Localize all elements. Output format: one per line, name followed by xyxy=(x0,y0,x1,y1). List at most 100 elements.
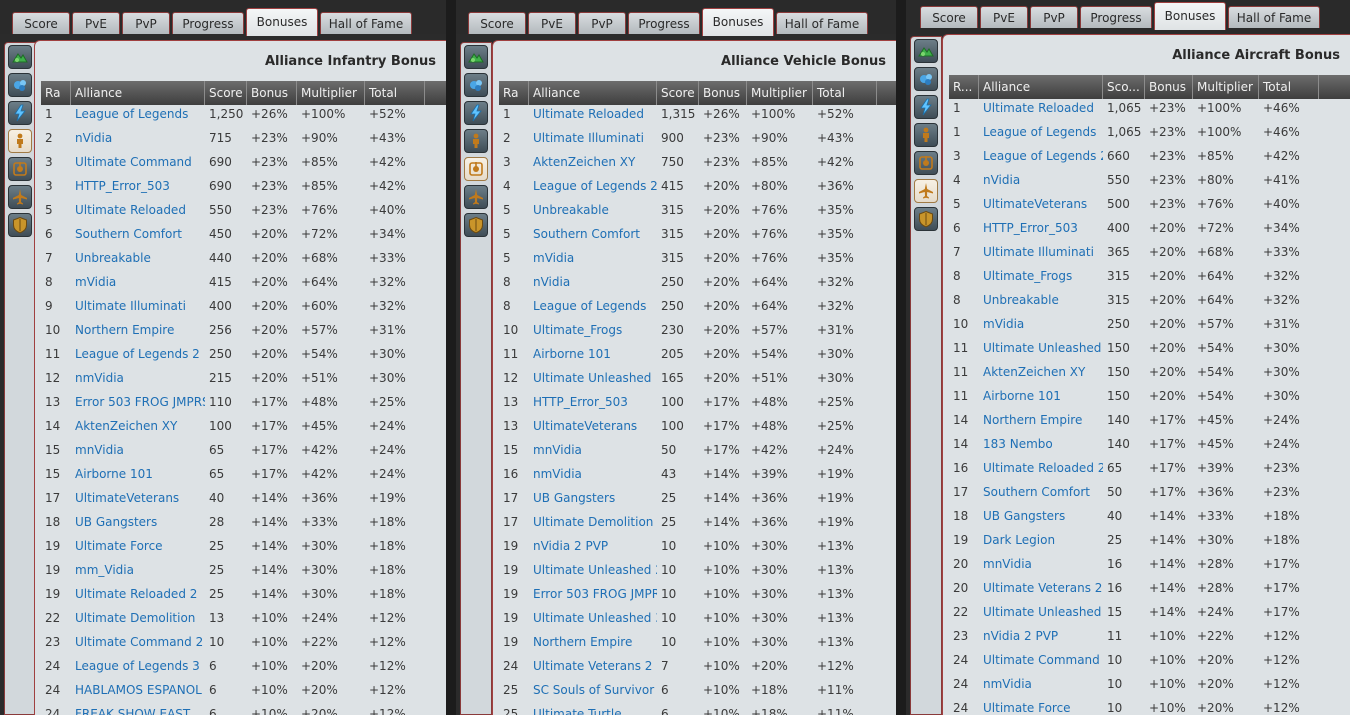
resource-icon-button[interactable] xyxy=(464,73,488,97)
alliance-name-cell[interactable]: Ultimate Command xyxy=(71,150,205,174)
alliance-name-cell[interactable]: Ultimate_Frogs xyxy=(529,318,657,342)
alliance-name-cell[interactable]: League of Legends 2 xyxy=(529,174,657,198)
alliance-name-cell[interactable]: League of Legends xyxy=(529,294,657,318)
terrain-icon-button[interactable] xyxy=(8,45,32,69)
alliance-name-cell[interactable]: Ultimate_Frogs xyxy=(979,264,1103,288)
alliance-name-cell[interactable]: League of Legends 2 xyxy=(71,342,205,366)
alliance-name-cell[interactable]: Ultimate Illuminati xyxy=(71,294,205,318)
alliance-name-cell[interactable]: nVidia 2 PVP xyxy=(529,534,657,558)
alliance-name-cell[interactable]: AktenZeichen XY xyxy=(979,360,1103,384)
alliance-name-cell[interactable]: nmVidia xyxy=(71,366,205,390)
alliance-name-cell[interactable]: Dark Legion xyxy=(979,528,1103,552)
alliance-name-cell[interactable]: Ultimate Veterans 2 xyxy=(979,576,1103,600)
tab-pve[interactable]: PvE xyxy=(72,12,120,34)
alliance-name-cell[interactable]: League of Legends xyxy=(979,120,1103,144)
resource-icon-button[interactable] xyxy=(8,73,32,97)
alliance-name-cell[interactable]: Unbreakable xyxy=(529,198,657,222)
tab-hall-of-fame[interactable]: Hall of Fame xyxy=(776,12,868,34)
tab-bonuses[interactable]: Bonuses xyxy=(702,8,774,36)
alliance-name-cell[interactable]: Ultimate Illuminati xyxy=(979,240,1103,264)
alliance-name-cell[interactable]: mnVidia xyxy=(529,438,657,462)
alliance-name-cell[interactable]: mVidia xyxy=(71,270,205,294)
terrain-icon-button[interactable] xyxy=(914,39,938,63)
alliance-name-cell[interactable]: Southern Comfort xyxy=(529,222,657,246)
tab-hall-of-fame[interactable]: Hall of Fame xyxy=(320,12,412,34)
alliance-name-cell[interactable]: Northern Empire xyxy=(71,318,205,342)
tab-score[interactable]: Score xyxy=(468,12,526,34)
alliance-name-cell[interactable]: Airborne 101 xyxy=(529,342,657,366)
alliance-name-cell[interactable]: Unbreakable xyxy=(979,288,1103,312)
alliance-name-cell[interactable]: Ultimate Command xyxy=(979,648,1103,672)
alliance-name-cell[interactable]: Southern Comfort xyxy=(71,222,205,246)
aircraft-icon-button[interactable] xyxy=(8,185,32,209)
alliance-name-cell[interactable]: nmVidia xyxy=(529,462,657,486)
alliance-name-cell[interactable]: UltimateVeterans xyxy=(71,486,205,510)
alliance-name-cell[interactable]: UB Gangsters xyxy=(71,510,205,534)
alliance-name-cell[interactable]: Ultimate Reloaded 2 xyxy=(979,456,1103,480)
alliance-name-cell[interactable]: nVidia xyxy=(979,168,1103,192)
defense-icon-button[interactable] xyxy=(914,207,938,231)
alliance-name-cell[interactable]: Northern Empire xyxy=(529,630,657,654)
alliance-name-cell[interactable]: HABLAMOS ESPANOL xyxy=(71,678,205,702)
alliance-name-cell[interactable]: Ultimate Reloaded 2 xyxy=(71,582,205,606)
tab-pvp[interactable]: PvP xyxy=(122,12,170,34)
alliance-name-cell[interactable]: 183 Nembo xyxy=(979,432,1103,456)
alliance-name-cell[interactable]: Ultimate Unleashed 2 xyxy=(529,558,657,582)
tab-progress[interactable]: Progress xyxy=(1080,6,1152,28)
alliance-name-cell[interactable]: League of Legends 2 xyxy=(979,144,1103,168)
alliance-name-cell[interactable]: UB Gangsters xyxy=(529,486,657,510)
alliance-name-cell[interactable]: HTTP_Error_503 xyxy=(71,174,205,198)
lightning-icon-button[interactable] xyxy=(8,101,32,125)
tab-score[interactable]: Score xyxy=(920,6,978,28)
alliance-name-cell[interactable]: UltimateVeterans xyxy=(529,414,657,438)
alliance-name-cell[interactable]: Ultimate Veterans 2 xyxy=(529,654,657,678)
alliance-name-cell[interactable]: FREAK SHOW EAST xyxy=(71,702,205,715)
alliance-name-cell[interactable]: Ultimate Unleashed xyxy=(529,366,657,390)
defense-icon-button[interactable] xyxy=(8,213,32,237)
tab-score[interactable]: Score xyxy=(12,12,70,34)
alliance-name-cell[interactable]: Ultimate Force xyxy=(71,534,205,558)
alliance-name-cell[interactable]: Ultimate Illuminati xyxy=(529,126,657,150)
terrain-icon-button[interactable] xyxy=(464,45,488,69)
vehicle-icon-button[interactable] xyxy=(8,157,32,181)
tab-progress[interactable]: Progress xyxy=(628,12,700,34)
alliance-name-cell[interactable]: nVidia xyxy=(529,270,657,294)
alliance-name-cell[interactable]: Ultimate Force xyxy=(979,696,1103,715)
tab-bonuses[interactable]: Bonuses xyxy=(1154,2,1226,30)
infantry-icon-button[interactable] xyxy=(914,123,938,147)
alliance-name-cell[interactable]: Ultimate Command 2 xyxy=(71,630,205,654)
alliance-name-cell[interactable]: UltimateVeterans xyxy=(979,192,1103,216)
alliance-name-cell[interactable]: Ultimate Demolition xyxy=(529,510,657,534)
alliance-name-cell[interactable]: UB Gangsters xyxy=(979,504,1103,528)
alliance-name-cell[interactable]: HTTP_Error_503 xyxy=(529,390,657,414)
alliance-name-cell[interactable]: Ultimate Demolition xyxy=(71,606,205,630)
defense-icon-button[interactable] xyxy=(464,213,488,237)
alliance-name-cell[interactable]: Unbreakable xyxy=(71,246,205,270)
tab-pve[interactable]: PvE xyxy=(980,6,1028,28)
alliance-name-cell[interactable]: AktenZeichen XY xyxy=(71,414,205,438)
alliance-name-cell[interactable]: Southern Comfort xyxy=(979,480,1103,504)
lightning-icon-button[interactable] xyxy=(464,101,488,125)
alliance-name-cell[interactable]: Ultimate Unleashed 2 xyxy=(979,600,1103,624)
alliance-name-cell[interactable]: League of Legends xyxy=(71,102,205,126)
alliance-name-cell[interactable]: Error 503 FROG JMPRS xyxy=(71,390,205,414)
aircraft-icon-button[interactable] xyxy=(914,179,938,203)
alliance-name-cell[interactable]: Airborne 101 xyxy=(979,384,1103,408)
alliance-name-cell[interactable]: mVidia xyxy=(979,312,1103,336)
aircraft-icon-button[interactable] xyxy=(464,185,488,209)
alliance-name-cell[interactable]: mnVidia xyxy=(71,438,205,462)
alliance-name-cell[interactable]: AktenZeichen XY xyxy=(529,150,657,174)
tab-hall-of-fame[interactable]: Hall of Fame xyxy=(1228,6,1320,28)
alliance-name-cell[interactable]: nVidia xyxy=(71,126,205,150)
alliance-name-cell[interactable]: HTTP_Error_503 xyxy=(979,216,1103,240)
alliance-name-cell[interactable]: mnVidia xyxy=(979,552,1103,576)
alliance-name-cell[interactable]: nVidia 2 PVP xyxy=(979,624,1103,648)
resource-icon-button[interactable] xyxy=(914,67,938,91)
alliance-name-cell[interactable]: Northern Empire xyxy=(979,408,1103,432)
alliance-name-cell[interactable]: Ultimate Reloaded xyxy=(71,198,205,222)
tab-progress[interactable]: Progress xyxy=(172,12,244,34)
alliance-name-cell[interactable]: Ultimate Reloaded xyxy=(979,96,1103,120)
infantry-icon-button[interactable] xyxy=(464,129,488,153)
alliance-name-cell[interactable]: Ultimate Unleashed xyxy=(979,336,1103,360)
alliance-name-cell[interactable]: Airborne 101 xyxy=(71,462,205,486)
